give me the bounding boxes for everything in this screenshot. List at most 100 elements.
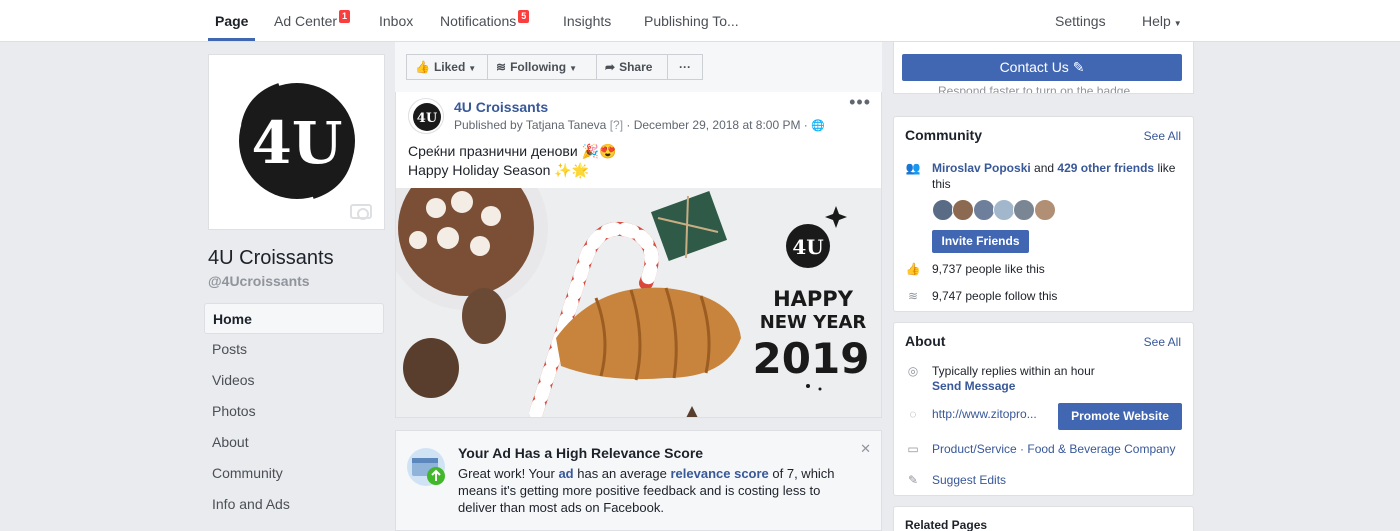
about-card: About See All ◎ Typically replies within… — [893, 322, 1194, 496]
briefcase-icon: ▭ — [907, 442, 919, 456]
nav-item-posts[interactable]: Posts — [204, 334, 384, 365]
community-card: Community See All 👥 Miroslav Poposki and… — [893, 116, 1194, 312]
nav-item-videos[interactable]: Videos — [204, 365, 384, 396]
tab-ad-center[interactable]: Ad Center 1 — [274, 0, 351, 42]
related-pages-title: Related Pages — [905, 518, 988, 531]
left-navigation: Home Posts Videos Photos About Community… — [204, 303, 384, 520]
following-label: Following — [510, 60, 567, 74]
other-friends-link[interactable]: 429 other friends — [1057, 161, 1154, 175]
category-product-service-link[interactable]: Product/Service — [932, 442, 1017, 456]
website-link[interactable]: http://www.zitopro... — [932, 406, 1037, 422]
avatar[interactable] — [952, 199, 975, 221]
top-navigation-bar: Page Ad Center 1 Inbox Notifications 5 Ins… — [0, 0, 1400, 42]
help-mark[interactable]: [?] — [610, 118, 623, 132]
share-button[interactable]: ➦ Share — [596, 54, 668, 80]
contact-card: Contact Us ✎ Respond faster to turn on t… — [893, 42, 1194, 94]
chevron-down-icon: ▼ — [1173, 19, 1182, 28]
following-button[interactable]: ≋ Following ▼ — [487, 54, 597, 80]
holiday-image-graphic: 4U HAPPY NEW YEAR 2019 — [396, 188, 881, 417]
nav-item-about[interactable]: About — [204, 427, 384, 458]
contact-subtext: Respond faster to turn on the badge — [938, 84, 1131, 94]
profile-picture[interactable]: 4U — [208, 54, 385, 230]
tab-inbox-label: Inbox — [379, 13, 414, 29]
avatar[interactable] — [1013, 199, 1036, 221]
nav-item-home[interactable]: Home — [204, 303, 384, 334]
invite-friends-button[interactable]: Invite Friends — [932, 230, 1029, 253]
related-pages-card: Related Pages — [893, 506, 1194, 531]
tab-insights-label: Insights — [563, 13, 612, 29]
more-options-button[interactable]: ··· — [667, 54, 703, 80]
image-logo-text: 4U — [792, 235, 823, 259]
post-meta: Published by Tatjana Taneva [?] · Decemb… — [454, 118, 825, 132]
friends-icon: 👥 — [905, 161, 921, 175]
brand-logo-text: 4U — [252, 109, 343, 177]
relevance-icon — [407, 448, 445, 486]
like-this-text: like — [1154, 161, 1176, 175]
post-card: 4U 4U Croissants Published by Tatjana Ta… — [395, 92, 882, 418]
contact-us-button[interactable]: Contact Us ✎ — [902, 54, 1182, 81]
send-message-link[interactable]: Send Message — [932, 378, 1015, 394]
page-handle[interactable]: @4Ucroissants — [208, 273, 310, 289]
brand-logo-small-text: 4U — [417, 111, 438, 126]
friend-avatars — [932, 199, 1056, 223]
tab-publishing-tools[interactable]: Publishing To... — [644, 0, 739, 42]
tab-page-label: Page — [215, 13, 249, 29]
friend-name-link[interactable]: Miroslav Poposki — [932, 161, 1031, 175]
help-label: Help — [1142, 13, 1171, 29]
post-page-avatar[interactable]: 4U — [408, 98, 444, 134]
tab-insights[interactable]: Insights — [563, 0, 611, 42]
nav-item-photos[interactable]: Photos — [204, 396, 384, 427]
close-icon[interactable]: ✕ — [860, 441, 871, 457]
share-label: Share — [619, 60, 653, 74]
friends-and: and — [1030, 161, 1058, 175]
globe-icon: ◌ — [909, 407, 917, 421]
avatar[interactable] — [972, 199, 995, 221]
response-time-text: Typically replies within an hour — [932, 364, 1095, 378]
post-page-name[interactable]: 4U Croissants — [454, 99, 548, 115]
rss-icon: ≋ — [496, 60, 507, 74]
suggest-edits-link[interactable]: Suggest Edits — [932, 472, 1006, 488]
tab-publishing-tools-label: Publishing To... — [644, 13, 739, 29]
contact-us-label: Contact Us — [999, 59, 1069, 75]
ad-center-badge: 1 — [339, 10, 351, 23]
liked-label: Liked — [433, 60, 466, 74]
likes-count: 9,737 people like this — [932, 262, 1045, 276]
post-date[interactable]: · December 29, 2018 at 8:00 PM · — [626, 118, 807, 132]
liked-button[interactable]: 👍 Liked ▼ — [406, 54, 488, 80]
help-menu[interactable]: Help ▼ — [1142, 0, 1182, 42]
tab-inbox[interactable]: Inbox — [379, 0, 413, 42]
tab-notifications[interactable]: Notifications 5 — [440, 0, 530, 42]
ad-link[interactable]: ad — [558, 466, 573, 481]
share-arrow-icon: ➦ — [605, 60, 616, 74]
avatar[interactable] — [993, 199, 1016, 221]
settings-link[interactable]: Settings — [1055, 0, 1106, 42]
about-see-all-link[interactable]: See All — [1144, 335, 1181, 349]
tab-notifications-label: Notifications — [440, 13, 517, 29]
nav-item-community[interactable]: Community — [204, 458, 384, 489]
promote-website-button[interactable]: Promote Website — [1058, 403, 1182, 430]
more-icon: ··· — [679, 60, 691, 74]
camera-icon[interactable] — [350, 204, 372, 220]
chevron-down-icon: ▼ — [569, 64, 577, 73]
avatar[interactable] — [932, 199, 954, 221]
settings-label: Settings — [1055, 13, 1106, 29]
relevance-body: Great work! Your ad has an average relev… — [458, 465, 858, 516]
chevron-down-icon: ▼ — [468, 64, 477, 73]
nav-item-info-and-ads[interactable]: Info and Ads — [204, 489, 384, 520]
post-options-button[interactable]: ••• — [849, 92, 871, 113]
image-new-year-text: NEW YEAR — [760, 312, 867, 333]
relevance-score-link[interactable]: relevance score — [670, 466, 768, 481]
pencil-icon: ✎ — [907, 473, 919, 487]
relevance-score-notice: Your Ad Has a High Relevance Score Great… — [395, 430, 882, 531]
notifications-badge: 5 — [518, 10, 530, 23]
community-see-all-link[interactable]: See All — [1144, 129, 1181, 143]
avatar[interactable] — [1033, 199, 1056, 221]
community-title: Community — [905, 127, 982, 143]
brand-logo-small: 4U — [413, 103, 441, 131]
post-text-line-1: Среќни празнични денови 🎉😍 — [408, 143, 617, 159]
post-image[interactable]: 4U HAPPY NEW YEAR 2019 — [396, 188, 881, 417]
active-tab-indicator — [208, 38, 255, 41]
pencil-icon: ✎ — [1072, 59, 1085, 75]
category-food-beverage-link[interactable]: Food & Beverage Company — [1027, 442, 1175, 456]
tab-page[interactable]: Page — [215, 0, 248, 42]
